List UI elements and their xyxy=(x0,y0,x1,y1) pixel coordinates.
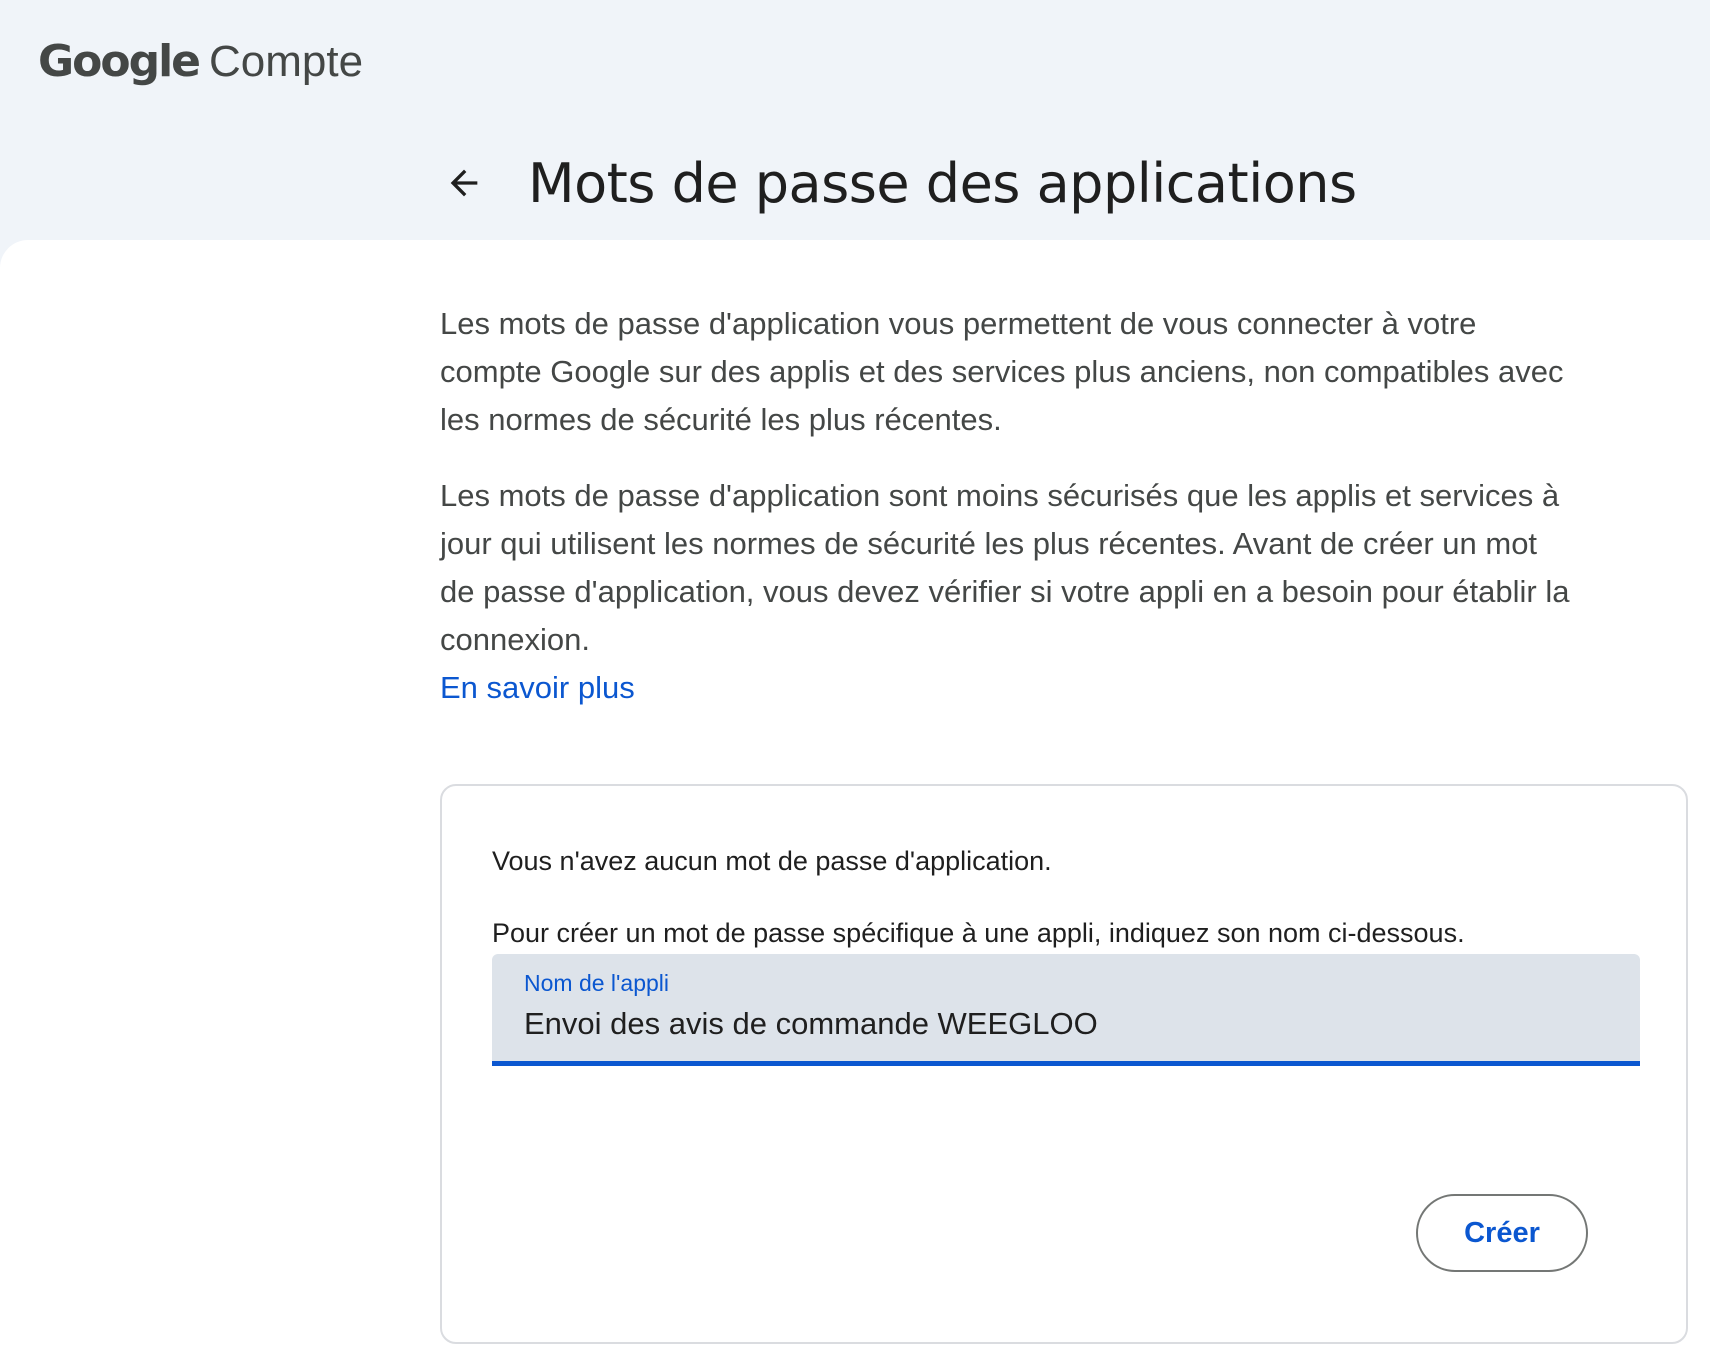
title-row: Mots de passe des applications xyxy=(440,148,1357,218)
description-section: Les mots de passe d'application vous per… xyxy=(440,300,1570,712)
app-name-label: Nom de l'appli xyxy=(524,970,670,996)
learn-more-link[interactable]: En savoir plus xyxy=(440,664,635,712)
page-title: Mots de passe des applications xyxy=(528,151,1357,215)
app-name-field[interactable]: Nom de l'appli xyxy=(492,954,1640,1066)
create-button[interactable]: Créer xyxy=(1416,1194,1588,1272)
logo-product: Compte xyxy=(209,37,364,86)
logo-brand: Google xyxy=(38,36,201,87)
create-instructions: Pour créer un mot de passe spécifique à … xyxy=(492,918,1465,948)
description-paragraph-1: Les mots de passe d'application vous per… xyxy=(440,306,1564,437)
google-account-logo[interactable]: Google Compte xyxy=(38,36,363,87)
page-header: Google Compte Mots de passe des applicat… xyxy=(0,0,1710,240)
no-passwords-message: Vous n'avez aucun mot de passe d'applica… xyxy=(492,846,1052,876)
back-button[interactable] xyxy=(440,159,488,207)
app-password-card: Vous n'avez aucun mot de passe d'applica… xyxy=(440,784,1688,1344)
arrow-left-icon xyxy=(450,169,478,197)
app-name-input[interactable] xyxy=(524,1006,1604,1042)
description-paragraph-2: Les mots de passe d'application sont moi… xyxy=(440,478,1570,657)
